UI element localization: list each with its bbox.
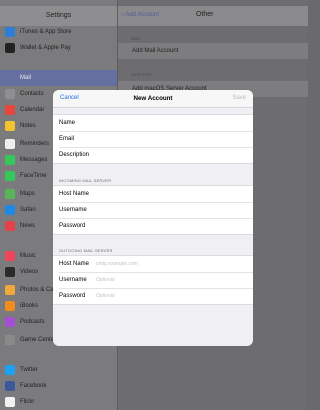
sidebar-item-label: Maps [20, 191, 35, 197]
save-button[interactable]: Save [232, 95, 246, 101]
incoming-username-label: Username [59, 207, 87, 213]
app-icon [5, 285, 15, 295]
outgoing-username-row[interactable]: Username [53, 272, 253, 288]
app-icon [5, 189, 15, 199]
outgoing-host-row[interactable]: Host Name [53, 256, 253, 272]
sidebar-item[interactable]: Facebook [0, 378, 117, 394]
sidebar-item-label: Game Center [20, 337, 57, 343]
other-title: Other [196, 11, 214, 18]
sidebar-item[interactable]: Mail [0, 70, 117, 86]
back-button-label: Add Account [125, 12, 160, 18]
sidebar-item-label: Videos [20, 269, 39, 275]
app-icon [5, 267, 15, 277]
sidebar-item-label: Contacts [20, 91, 44, 97]
back-button[interactable]: ‹ Add Account [122, 12, 159, 18]
incoming-host-field[interactable] [96, 186, 246, 201]
app-icon [5, 205, 15, 215]
outgoing-host-label: Host Name [59, 261, 90, 267]
app-icon [5, 171, 15, 181]
dialog-title: New Account [133, 95, 173, 102]
app-icon [5, 105, 15, 115]
sidebar-item[interactable]: Flickr [0, 394, 117, 410]
sidebar-item[interactable]: Wallet & Apple Pay [0, 40, 117, 56]
sidebar-item-label: iBooks [20, 303, 39, 309]
mail-section-label: MAIL [131, 36, 142, 41]
outgoing-username-field[interactable] [96, 272, 246, 287]
incoming-username-field[interactable] [96, 202, 246, 217]
sidebar-item-label: Music [20, 253, 36, 259]
email-row[interactable]: Email [53, 131, 253, 147]
dialog-nav-bar: Cancel New Account Save [53, 90, 253, 108]
app-icon [5, 43, 15, 53]
app-icon [5, 397, 15, 407]
sidebar-item-label: Facebook [20, 383, 47, 389]
incoming-section-label: INCOMING MAIL SERVER [59, 178, 112, 183]
outgoing-username-label: Username [59, 277, 87, 283]
new-account-dialog: Cancel New Account Save Name Email Descr… [53, 90, 253, 346]
outgoing-password-label: Password [59, 293, 86, 299]
incoming-password-label: Password [59, 223, 86, 229]
outgoing-password-field[interactable] [96, 288, 246, 303]
sidebar-item-label: Flickr [20, 399, 35, 405]
app-icon [5, 301, 15, 311]
incoming-password-field[interactable] [96, 218, 246, 233]
incoming-host-label: Host Name [59, 191, 90, 197]
settings-title: Settings [0, 6, 117, 26]
outgoing-password-row[interactable]: Password [53, 288, 253, 304]
sidebar-item[interactable]: Twitter [0, 362, 117, 378]
app-icon [5, 251, 15, 261]
incoming-server-group: Host Name Username Password [53, 185, 253, 235]
other-nav-bar: ‹ Add Account Other [118, 6, 308, 26]
email-label: Email [59, 136, 75, 142]
app-icon [5, 89, 15, 99]
account-info-group: Name Email Description [53, 114, 253, 164]
sidebar-item-label: Wallet & Apple Pay [20, 45, 71, 51]
app-icon [5, 335, 15, 345]
sidebar-item-label: Twitter [20, 367, 38, 373]
sidebar-item-label: Safari [20, 207, 36, 213]
sidebar-item-label: Podcasts [20, 319, 45, 325]
description-field[interactable] [96, 147, 246, 162]
app-icon [5, 317, 15, 327]
app-icon [5, 27, 15, 37]
add-mail-account-row[interactable]: Add Mail Account [118, 43, 308, 59]
outgoing-server-group: Host Name Username Password [53, 255, 253, 305]
servers-section-label: SERVERS [131, 72, 152, 77]
sidebar-item-label: Mail [20, 75, 32, 81]
sidebar-item[interactable]: iTunes & App Store [0, 24, 117, 40]
incoming-password-row[interactable]: Password [53, 218, 253, 234]
sidebar-item-label: Notes [20, 123, 36, 129]
sidebar-item-label: Calendar [20, 107, 45, 113]
name-label: Name [59, 120, 76, 126]
app-icon [5, 139, 15, 149]
sidebar-item-label: iTunes & App Store [20, 29, 72, 35]
name-row[interactable]: Name [53, 115, 253, 131]
app-icon [5, 121, 15, 131]
sidebar-item-label: FaceTime [20, 173, 47, 179]
sidebar-item-label: Messages [20, 157, 48, 163]
app-icon [5, 155, 15, 165]
email-field[interactable] [96, 131, 246, 146]
outgoing-section-label: OUTGOING MAIL SERVER [59, 248, 113, 253]
incoming-username-row[interactable]: Username [53, 202, 253, 218]
description-label: Description [59, 152, 90, 158]
app-icon [5, 221, 15, 231]
outgoing-host-field[interactable] [96, 256, 246, 271]
description-row[interactable]: Description [53, 147, 253, 163]
app-icon [5, 381, 15, 391]
name-field[interactable] [96, 115, 246, 130]
incoming-host-row[interactable]: Host Name [53, 186, 253, 202]
sidebar-item-label: News [20, 223, 36, 229]
app-icon [5, 365, 15, 375]
sidebar-item-label: Reminders [20, 141, 50, 147]
